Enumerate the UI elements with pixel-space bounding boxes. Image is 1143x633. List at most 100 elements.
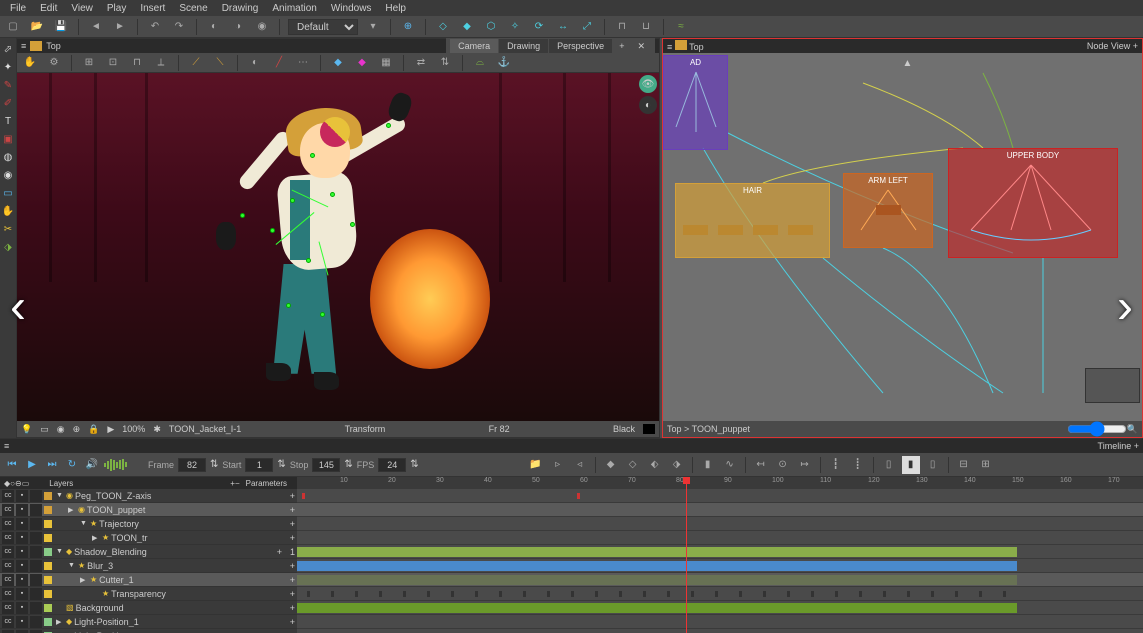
tl-track-icon[interactable]: ⊟	[955, 456, 973, 474]
forward-icon[interactable]: ►	[111, 18, 129, 36]
layer-cc-button[interactable]: cc	[2, 630, 14, 633]
layer-vis-button[interactable]	[30, 560, 42, 572]
layer-cc-button[interactable]: cc	[2, 588, 14, 600]
stop-input[interactable]	[312, 458, 340, 472]
tab-perspective[interactable]: Perspective	[549, 39, 612, 53]
layer-expand-icon[interactable]: ▼	[80, 520, 88, 527]
redo-icon[interactable]: ↷	[170, 18, 188, 36]
layer-row[interactable]: cc ▪ ▶ ★ TOON_tr +	[0, 531, 297, 545]
layer-add-param-icon[interactable]: +	[290, 491, 295, 501]
mode-2-icon[interactable]: ◆	[458, 18, 476, 36]
tl-snap2-icon[interactable]: ┋	[849, 456, 867, 474]
last-frame-icon[interactable]: ⏭	[44, 457, 60, 473]
bone-tool-icon[interactable]: ⟋	[187, 54, 205, 72]
layer-color-swatch[interactable]	[44, 562, 52, 570]
layer-add-param-icon[interactable]: +	[290, 533, 295, 543]
cam-flip-icon[interactable]: ⇄	[412, 54, 430, 72]
layer-name-label[interactable]: Cutter_1	[99, 575, 288, 585]
tl-arrow-l-icon[interactable]: ↤	[752, 456, 770, 474]
menu-windows[interactable]: Windows	[325, 1, 378, 16]
play-mode-icon[interactable]: ≈	[672, 18, 690, 36]
layer-name-label[interactable]: Trajectory	[99, 519, 288, 529]
layer-expand-icon[interactable]: ▶	[92, 534, 100, 542]
mode-6-icon[interactable]: ↔	[554, 18, 572, 36]
layer-row[interactable]: cc ▪ ▼ ◉ Peg_TOON_Z-axis +	[0, 489, 297, 503]
layer-cc-button[interactable]: cc	[2, 560, 14, 572]
gear-icon[interactable]: ⚙	[45, 54, 63, 72]
camera-breadcrumb[interactable]: Top	[46, 41, 61, 51]
layer-name-label[interactable]: TOON_puppet	[87, 505, 288, 515]
menu-help[interactable]: Help	[379, 1, 412, 16]
onion-prev-icon[interactable]: ◐	[205, 18, 223, 36]
layer-row[interactable]: cc ▪ ▼ ★ Trajectory +	[0, 517, 297, 531]
layer-vis-button[interactable]	[30, 588, 42, 600]
layer-add-param-icon[interactable]: +	[290, 575, 295, 585]
node-minimap[interactable]	[1085, 368, 1140, 403]
layer-vis-button[interactable]	[30, 574, 42, 586]
panel-menu-icon[interactable]: ≡	[21, 41, 26, 51]
hand-tool-icon[interactable]: ✋	[21, 54, 39, 72]
layer-del-icon[interactable]: ⊖	[15, 479, 22, 488]
save-icon[interactable]: 💾	[52, 18, 70, 36]
cam-arc-icon[interactable]: ⌓	[471, 54, 489, 72]
cam-mirror-icon[interactable]: ⇅	[436, 54, 454, 72]
layer-color-swatch[interactable]	[44, 506, 52, 514]
layer-color-swatch[interactable]	[44, 590, 52, 598]
layer-row[interactable]: cc ▪ ▶ ★ Cutter_1 +	[0, 573, 297, 587]
grid-icon[interactable]: ⊞	[80, 54, 98, 72]
bucket-tool-icon[interactable]: ◍	[1, 150, 15, 164]
layer-add-param-icon[interactable]: +	[290, 505, 295, 515]
timeline-add-icon[interactable]: +	[1134, 441, 1139, 451]
node-group-head[interactable]: AD	[663, 55, 728, 150]
layer-cc-button[interactable]: cc	[2, 518, 14, 530]
tl-center-icon[interactable]: ⊙	[774, 456, 792, 474]
paint-tool-icon[interactable]: ▣	[1, 132, 15, 146]
cam-opt2-icon[interactable]: ╱	[270, 54, 288, 72]
open-icon[interactable]: 📂	[28, 18, 46, 36]
tl-opt1-icon[interactable]: ▹	[549, 456, 567, 474]
mode-1-icon[interactable]: ◇	[434, 18, 452, 36]
morph-tool-icon[interactable]: ⬗	[1, 240, 15, 254]
playhead[interactable]	[686, 477, 687, 633]
node-footer-breadcrumb[interactable]: Top > TOON_puppet	[667, 424, 750, 434]
node-group-arm[interactable]: ARM LEFT	[843, 173, 933, 248]
snap-icon[interactable]: ⊡	[104, 54, 122, 72]
tl-mode-icon[interactable]: ⊞	[977, 456, 995, 474]
cam-opt1-icon[interactable]: ◐	[246, 54, 264, 72]
layer-row[interactable]: cc ▪ ▶ ◉ TOON_puppet +	[0, 503, 297, 517]
layer-color-swatch[interactable]	[44, 548, 52, 556]
back-icon[interactable]: ◄	[87, 18, 105, 36]
panel-menu-icon[interactable]: ≡	[4, 441, 9, 451]
onion-icon[interactable]: ◉	[253, 18, 271, 36]
menu-edit[interactable]: Edit	[34, 1, 63, 16]
mode-7-icon[interactable]: ⤢	[578, 18, 596, 36]
layer-name-label[interactable]: Shadow_Blending	[74, 547, 275, 557]
layer-add-param-icon[interactable]: +	[290, 589, 295, 599]
layer-vis-button[interactable]	[30, 616, 42, 628]
layer-color-swatch[interactable]	[44, 534, 52, 542]
menu-drawing[interactable]: Drawing	[216, 1, 265, 16]
node-group-body[interactable]: UPPER BODY	[948, 148, 1118, 258]
layer-color-swatch[interactable]	[44, 492, 52, 500]
target-icon[interactable]: ⊕	[399, 18, 417, 36]
tl-key1-icon[interactable]: ◆	[602, 456, 620, 474]
magnet-icon[interactable]: ⊓	[128, 54, 146, 72]
layer-color-swatch[interactable]	[44, 604, 52, 612]
node-breadcrumb-top[interactable]: Top	[689, 42, 704, 52]
bone-link-icon[interactable]: ⟍	[211, 54, 229, 72]
layer-vis-button[interactable]	[30, 504, 42, 516]
layer-name-label[interactable]: Light-Position_1	[74, 617, 288, 627]
tab-add-icon[interactable]: +	[613, 39, 630, 53]
layer-solo-button[interactable]: ▪	[16, 602, 28, 614]
home-icon[interactable]	[30, 41, 42, 51]
tab-drawing[interactable]: Drawing	[499, 39, 548, 53]
workspace-dropdown[interactable]: Default	[288, 19, 358, 35]
layer-row[interactable]: cc ▪ ▶ ◆ Light-Position_1 +	[0, 615, 297, 629]
footer-zoom[interactable]: 100%	[122, 424, 145, 434]
tl-marker-icon[interactable]: ▮	[699, 456, 717, 474]
layer-solo-button[interactable]: ▪	[16, 532, 28, 544]
footer-color[interactable]: Black	[613, 424, 635, 434]
layer-name-label[interactable]: Peg_TOON_Z-axis	[75, 491, 288, 501]
undo-icon[interactable]: ↶	[146, 18, 164, 36]
layer-vis-button[interactable]	[30, 532, 42, 544]
